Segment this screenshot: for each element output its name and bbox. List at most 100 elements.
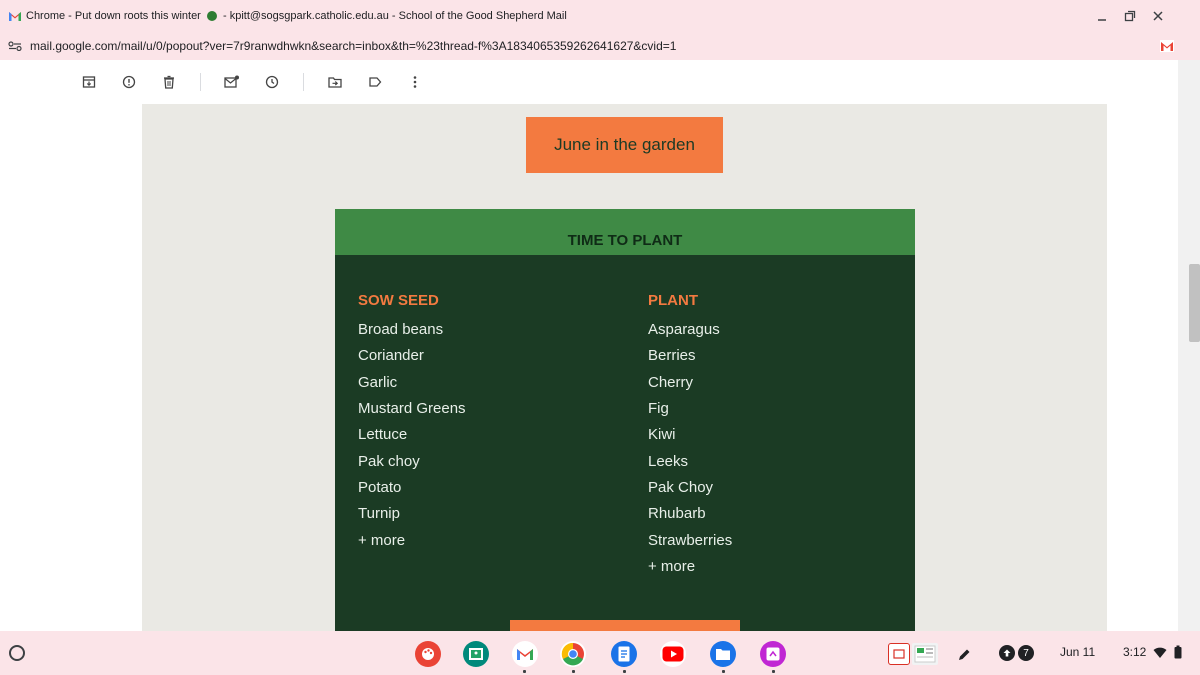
archive-button[interactable] — [80, 73, 98, 91]
planting-list-panel: SOW SEED Broad beans Coriander Garlic Mu… — [335, 255, 915, 631]
window-title-bar: Chrome - Put down roots this winter - kp… — [0, 0, 1200, 32]
mark-unread-icon — [224, 75, 239, 88]
youtube-icon — [662, 646, 684, 662]
plant-item: Cherry — [648, 374, 694, 391]
document-icon — [618, 646, 630, 662]
chrome-icon — [561, 642, 584, 666]
minimize-button[interactable] — [1092, 6, 1112, 26]
time-to-plant-header: TIME TO PLANT — [335, 209, 915, 255]
running-indicator — [523, 670, 526, 673]
june-button-label: June in the garden — [554, 135, 695, 154]
running-indicator — [722, 670, 725, 673]
sow-seed-item: Lettuce — [358, 426, 408, 443]
battery-icon[interactable] — [1174, 645, 1182, 659]
message-toolbar — [0, 60, 1178, 104]
gmail-extension-icon[interactable] — [1160, 39, 1174, 53]
close-icon — [1153, 11, 1163, 21]
more-icon — [413, 76, 417, 88]
stylus-tools-button[interactable] — [954, 645, 974, 665]
classroom-icon — [469, 648, 483, 660]
report-spam-button[interactable] — [120, 73, 138, 91]
screenshot-icon — [893, 649, 905, 659]
plant-item: Kiwi — [648, 426, 676, 443]
june-in-the-garden-button[interactable]: June in the garden — [526, 117, 723, 173]
plant-item: Leeks — [648, 453, 689, 470]
sow-seed-item: Garlic — [358, 374, 398, 391]
plant-item: Asparagus — [648, 321, 720, 338]
delete-icon — [164, 75, 174, 89]
sow-seed-item: Turnip — [358, 505, 400, 522]
upload-status-icon[interactable] — [999, 645, 1015, 661]
palette-icon — [422, 648, 434, 660]
date-display[interactable]: Jun 11 — [1060, 645, 1095, 659]
shelf-app-canvas[interactable] — [415, 641, 441, 667]
window-title-part2: - kpitt@sogsgpark.catholic.edu.au - Scho… — [222, 10, 567, 22]
shelf-app-classroom[interactable] — [463, 641, 489, 667]
notification-count-badge[interactable]: 7 — [1018, 645, 1034, 661]
site-settings-icon — [8, 41, 22, 51]
sow-seed-more-link[interactable]: + more — [358, 532, 405, 549]
sow-seed-item: Broad beans — [358, 321, 444, 338]
gmail-logo-icon — [9, 12, 21, 21]
running-indicator — [623, 670, 626, 673]
move-to-icon — [328, 77, 342, 88]
arrow-up-icon — [1003, 649, 1011, 657]
scrollbar-thumb[interactable] — [1189, 264, 1200, 342]
launcher-button[interactable] — [9, 645, 25, 661]
time-to-plant-title: TIME TO PLANT — [567, 232, 683, 249]
time-display[interactable]: 3:12 — [1123, 645, 1146, 659]
label-button[interactable] — [366, 73, 384, 91]
tray-screen-capture[interactable] — [888, 643, 910, 665]
plant-item: Rhubarb — [648, 505, 706, 522]
toolbar-divider — [200, 73, 201, 91]
shelf-app-chrome[interactable] — [560, 641, 586, 667]
sow-seed-item: Pak choy — [358, 453, 420, 470]
plant-item: Strawberries — [648, 532, 733, 549]
call-to-action-button[interactable] — [510, 620, 740, 631]
sow-seed-item: Potato — [358, 479, 402, 496]
thumbnail-icon — [914, 645, 936, 663]
plant-item: Pak Choy — [648, 479, 714, 496]
report-spam-icon — [122, 75, 136, 89]
pen-icon — [959, 649, 970, 660]
snooze-icon — [265, 75, 279, 89]
close-window-button[interactable] — [1148, 6, 1168, 26]
toolbar-divider — [303, 73, 304, 91]
archive-icon — [82, 76, 96, 88]
sow-seed-item: Coriander — [358, 347, 424, 364]
url-text: mail.google.com/mail/u/0/popout?ver=7r9r… — [30, 39, 677, 53]
scrollbar-track[interactable] — [1178, 60, 1200, 631]
shelf-app-docs[interactable] — [611, 641, 637, 667]
shelf-app-gmail[interactable] — [512, 641, 538, 667]
gmail-icon — [517, 649, 533, 660]
wifi-icon[interactable] — [1153, 647, 1167, 659]
content-margin — [1107, 104, 1178, 631]
sow-seed-item: Mustard Greens — [358, 400, 466, 417]
tree-emoji-icon — [206, 11, 217, 22]
shelf-app-files[interactable] — [710, 641, 736, 667]
mark-unread-button[interactable] — [223, 73, 241, 91]
label-icon — [369, 77, 382, 87]
running-indicator — [572, 670, 575, 673]
move-to-button[interactable] — [326, 73, 344, 91]
restore-icon — [1124, 10, 1136, 22]
folder-icon — [716, 649, 730, 660]
plant-more-link[interactable]: + more — [648, 558, 695, 575]
shelf-app-youtube[interactable] — [660, 641, 686, 667]
sow-seed-heading: SOW SEED — [358, 292, 439, 309]
plant-heading: PLANT — [648, 292, 698, 309]
minimize-icon — [1098, 19, 1106, 21]
plant-item: Berries — [648, 347, 696, 364]
notification-count: 7 — [1023, 647, 1029, 659]
tray-holding-space[interactable] — [912, 643, 938, 665]
window-title: Chrome - Put down roots this winter - kp… — [26, 10, 567, 22]
address-bar[interactable]: mail.google.com/mail/u/0/popout?ver=7r9r… — [0, 32, 1200, 60]
shelf-app-jamboard[interactable] — [760, 641, 786, 667]
running-indicator — [772, 670, 775, 673]
window-title-part1: Chrome - Put down roots this winter — [26, 10, 201, 22]
whiteboard-icon — [766, 647, 780, 661]
more-button[interactable] — [406, 73, 424, 91]
restore-button[interactable] — [1120, 6, 1140, 26]
delete-button[interactable] — [160, 73, 178, 91]
snooze-button[interactable] — [263, 73, 281, 91]
